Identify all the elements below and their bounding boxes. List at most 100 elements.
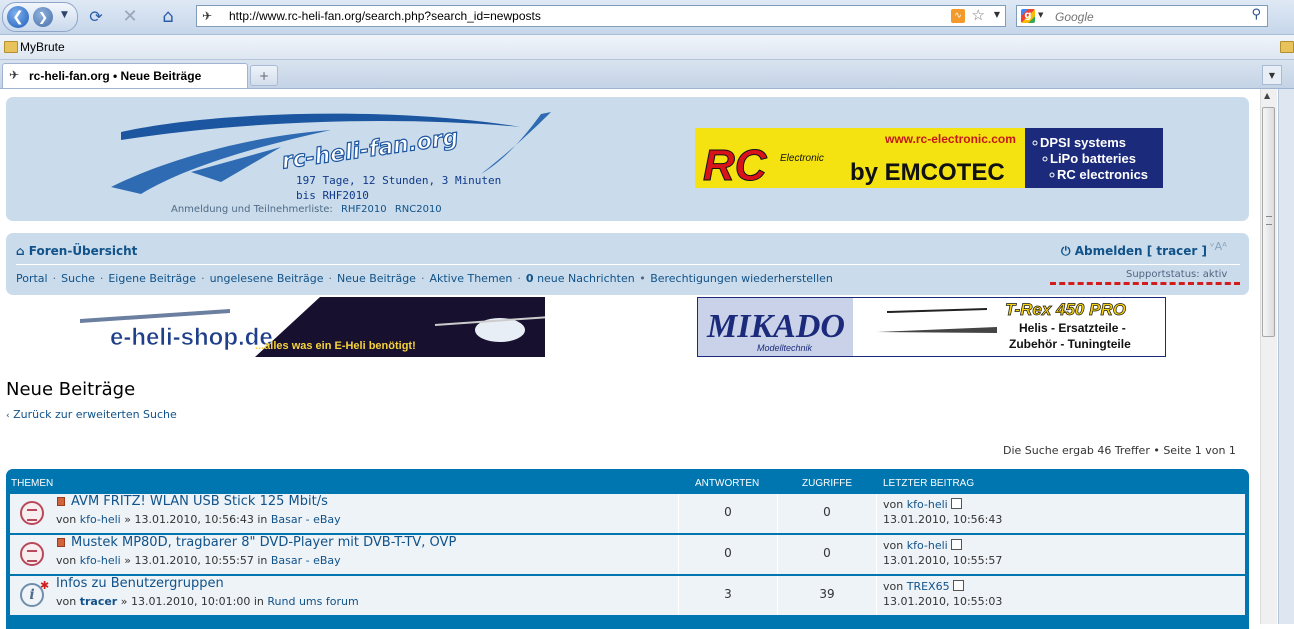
link-rhf2010[interactable]: RHF2010 [341,204,387,215]
new-post-icon[interactable] [57,497,65,506]
search-result-count: Die Suche ergab 46 Treffer • Seite 1 von… [1003,444,1236,457]
rhf-countdown: 197 Tage, 12 Stunden, 3 Minuten bis RHF2… [296,173,501,203]
vertical-scrollbar[interactable]: ▲ [1260,89,1277,624]
topic-unread-icon [20,501,44,525]
ad-rc-brand: RC [703,141,768,188]
scroll-up-arrow-icon[interactable]: ▲ [1264,91,1270,100]
engine-dropdown-icon[interactable]: ▼ [1038,11,1043,19]
link-own-posts[interactable]: Eigene Beiträge [108,272,196,285]
ad-mikado-banner[interactable]: MIKADO Modelltechnik T-Rex 450 PRO Helis… [697,297,1166,357]
last-post: von kfo-heli 13.01.2010, 10:55:57 [883,539,1003,567]
support-status: Supportstatus: aktiv [1126,269,1228,280]
ad-e-heli-shop-banner[interactable]: e-heli-shop.de ...alles was ein E-Heli b… [80,297,545,357]
topic-unread-icon [20,542,44,566]
nav-home-label: Foren-Übersicht [28,244,138,258]
last-post-author-link[interactable]: kfo-heli [907,539,948,552]
view-count: 0 [823,546,831,560]
forward-arrow-icon[interactable]: ❯ [33,7,53,27]
countdown-line1: 197 Tage, 12 Stunden, 3 Minuten [296,174,502,187]
address-bar[interactable]: ✈ http://www.rc-heli-fan.org/search.php?… [196,5,1006,27]
nav-divider [16,264,1240,265]
logout-label: Abmelden [ tracer ] [1074,244,1208,258]
view-latest-post-icon[interactable] [950,498,962,509]
ad-mikado-sub: Modelltechnik [757,343,813,353]
topic-title-link[interactable]: Infos zu Benutzergruppen [56,576,224,591]
link-private-messages[interactable]: 0 neue Nachrichten [526,272,635,285]
link-search[interactable]: Suche [61,272,95,285]
view-count: 0 [823,505,831,519]
forum-link[interactable]: Rund ums forum [267,595,358,608]
tab-list-dropdown-icon[interactable]: ▼ [1262,65,1282,85]
forum-link[interactable]: Basar - eBay [271,554,341,567]
author-link[interactable]: tracer [80,595,118,608]
power-icon: ⏻ [1061,244,1071,258]
reply-count: 0 [724,505,732,519]
google-engine-icon[interactable]: g [1021,9,1035,23]
back-to-advanced-search-link[interactable]: ‹ Zurück zur erweiterten Suche [6,408,177,421]
topic-title-link[interactable]: AVM FRITZ! WLAN USB Stick 125 Mbit/s [71,494,328,509]
view-latest-post-icon[interactable] [952,580,964,591]
font-size-change-icon[interactable]: ᵛAᴬ [1210,240,1227,253]
view-latest-post-icon[interactable] [950,539,962,550]
folder-icon [1280,41,1294,53]
search-bar[interactable]: g ▼ ⚲ [1016,5,1268,27]
link-new-posts[interactable]: Neue Beiträge [337,272,416,285]
link-portal[interactable]: Portal [16,272,48,285]
support-status-underline [1050,282,1240,285]
last-post-author-link[interactable]: kfo-heli [907,498,948,511]
topic-meta: von kfo-heli » 13.01.2010, 10:55:57 in B… [56,554,341,567]
author-link[interactable]: kfo-heli [80,554,121,567]
ad-rc-url: www.rc-electronic.com [884,132,1016,146]
logout-link[interactable]: ⏻ Abmelden [ tracer ] [1061,244,1207,259]
link-active-topics[interactable]: Aktive Themen [429,272,512,285]
ad-mikado-line1: Helis - Ersatzteile - [1019,321,1126,335]
topic-meta: von tracer » 13.01.2010, 10:01:00 in Run… [56,595,359,608]
ad-ehs-brand: e-heli-shop.de [110,324,273,351]
new-tab-button[interactable]: + [250,65,278,86]
home-icon: ⌂ [16,244,25,258]
ad-rc-sub: Electronic [780,153,824,164]
folder-icon [4,41,18,53]
bookmarks-toolbar: MyBrute [0,35,1294,60]
url-dropdown-icon[interactable]: ▼ [994,10,1000,19]
search-input[interactable] [1053,7,1247,27]
url-text[interactable]: http://www.rc-heli-fan.org/search.php?se… [229,9,541,23]
scrollbar-thumb[interactable] [1262,107,1275,337]
search-icon[interactable]: ⚲ [1251,7,1261,22]
bookmark-star-icon[interactable]: ☆ [972,6,985,24]
registration-list: Anmeldung und Teilnehmerliste: RHF2010 R… [171,204,442,215]
topic-title-link[interactable]: Mustek MP80D, tragbarer 8" DVD-Player mi… [71,535,456,550]
home-icon[interactable]: ⌂ [156,3,180,29]
history-dropdown-icon[interactable]: ▼ [61,10,68,20]
table-row: Mustek MP80D, tragbarer 8" DVD-Player mi… [10,535,1245,576]
link-unread-posts[interactable]: ungelesene Beiträge [210,272,324,285]
ad-mikado-model: T-Rex 450 PRO [1005,300,1126,319]
forum-link[interactable]: Basar - eBay [271,513,341,526]
site-favicon-icon: ✈ [9,68,20,82]
ad-rc-electronic-banner[interactable]: www.rc-electronic.com RC Electronic by E… [695,128,1163,188]
important-star-icon: ✱ [40,579,50,592]
author-link[interactable]: kfo-heli [80,513,121,526]
tab-active[interactable]: ✈ rc-heli-fan.org • Neue Beiträge [2,63,248,88]
registration-label: Anmeldung und Teilnehmerliste: [171,204,333,215]
stop-icon[interactable]: ✕ [118,3,142,29]
refresh-icon[interactable]: ⟳ [84,3,108,29]
bookmark-mybrute[interactable]: MyBrute [20,40,65,54]
window-edge [1278,89,1294,624]
reply-count: 3 [724,587,732,601]
last-post-date: 13.01.2010, 10:56:43 [883,513,1003,526]
new-post-icon[interactable] [57,538,65,547]
link-rnc2010[interactable]: RNC2010 [395,204,442,215]
link-restore-permissions[interactable]: Berechtigungen wiederherstellen [650,272,833,285]
ad-rc-bullet-2: LiPo batteries [1050,151,1136,166]
rss-feed-icon[interactable]: ∿ [951,9,965,23]
last-post-author-link[interactable]: TREX65 [907,580,950,593]
tab-title: rc-heli-fan.org • Neue Beiträge [29,69,202,83]
col-header-views: ZUGRIFFE [802,478,852,489]
last-post: von kfo-heli 13.01.2010, 10:56:43 [883,498,1003,526]
col-header-replies: ANTWORTEN [695,478,760,489]
back-arrow-icon[interactable]: ❮ [7,6,29,28]
table-row: AVM FRITZ! WLAN USB Stick 125 Mbit/s von… [10,494,1245,535]
ad-rc-bullet-3: RC electronics [1057,167,1148,182]
nav-home-link[interactable]: ⌂ Foren-Übersicht [16,244,137,258]
